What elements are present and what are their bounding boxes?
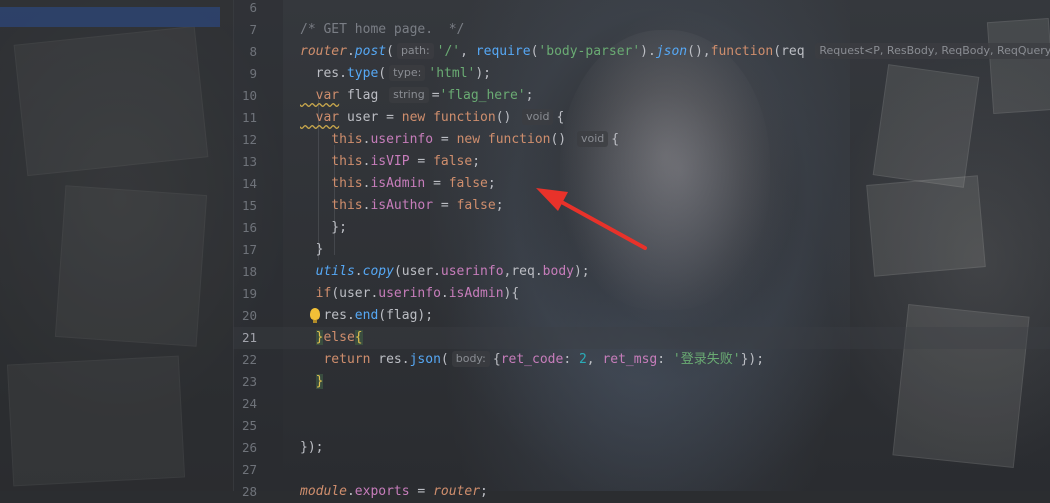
red-arrow-annotation — [536, 188, 647, 250]
